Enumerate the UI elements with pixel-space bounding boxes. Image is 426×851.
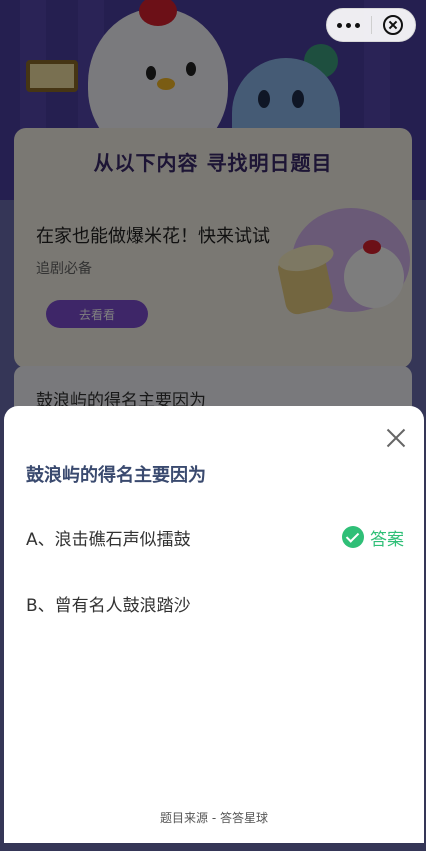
check-circle-icon [342, 526, 364, 548]
close-ring [383, 15, 404, 35]
answer-sheet: 鼓浪屿的得名主要因为 A、浪击礁石声似擂鼓 答案 B、曾有名人鼓浪踏沙 题目来源… [4, 406, 424, 843]
option-a[interactable]: A、浪击礁石声似擂鼓 答案 [26, 522, 404, 552]
option-b-label: B、曾有名人鼓浪踏沙 [26, 595, 191, 616]
question-source: 题目来源 - 答答星球 [160, 811, 268, 825]
capsule-menu [326, 8, 416, 42]
dot [346, 22, 352, 28]
answer-label: 答案 [370, 529, 404, 550]
option-a-label: A、浪击礁石声似擂鼓 [26, 529, 191, 550]
sheet-question: 鼓浪屿的得名主要因为 [26, 465, 206, 486]
close-circle-icon[interactable] [371, 9, 415, 41]
answer-badge: 答案 [342, 525, 404, 550]
more-dots-icon[interactable] [327, 9, 371, 41]
close-icon[interactable] [386, 428, 406, 448]
dot [355, 22, 361, 28]
dot [337, 22, 343, 28]
option-b[interactable]: B、曾有名人鼓浪踏沙 [26, 588, 404, 618]
